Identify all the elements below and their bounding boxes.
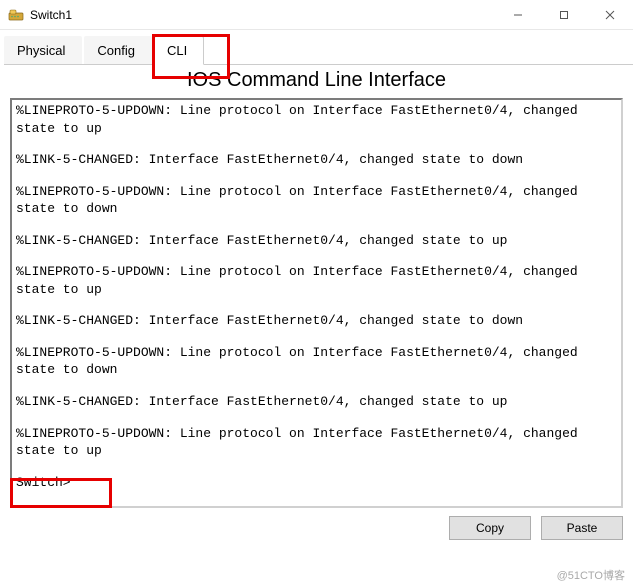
window-title: Switch1 [30,8,495,22]
cli-prompt[interactable]: Switch> [16,474,617,492]
log-line: %LINEPROTO-5-UPDOWN: Line protocol on In… [16,102,617,137]
log-line: %LINK-5-CHANGED: Interface FastEthernet0… [16,312,617,330]
cli-heading: IOS Command Line Interface [10,69,623,92]
tab-underline [4,64,633,65]
tab-cli[interactable]: CLI [154,36,204,65]
app-icon [8,7,24,23]
minimize-button[interactable] [495,0,541,30]
terminal-container: %LINEPROTO-5-UPDOWN: Line protocol on In… [10,98,623,508]
tab-config[interactable]: Config [84,36,152,65]
log-line: %LINK-5-CHANGED: Interface FastEthernet0… [16,232,617,250]
paste-button[interactable]: Paste [541,516,623,540]
log-line: %LINEPROTO-5-UPDOWN: Line protocol on In… [16,425,617,460]
log-line: %LINK-5-CHANGED: Interface FastEthernet0… [16,151,617,169]
copy-button[interactable]: Copy [449,516,531,540]
log-line: %LINEPROTO-5-UPDOWN: Line protocol on In… [16,344,617,379]
terminal-output[interactable]: %LINEPROTO-5-UPDOWN: Line protocol on In… [10,98,623,508]
tab-bar: Physical Config CLI [4,36,633,65]
log-line: %LINEPROTO-5-UPDOWN: Line protocol on In… [16,183,617,218]
titlebar: Switch1 [0,0,633,30]
log-line: %LINK-5-CHANGED: Interface FastEthernet0… [16,393,617,411]
content-panel: IOS Command Line Interface %LINEPROTO-5-… [0,69,633,550]
watermark: @51CTO博客 [557,567,625,583]
maximize-button[interactable] [541,0,587,30]
log-line: %LINEPROTO-5-UPDOWN: Line protocol on In… [16,263,617,298]
tab-physical[interactable]: Physical [4,36,82,65]
close-button[interactable] [587,0,633,30]
window-controls [495,0,633,29]
button-row: Copy Paste [10,516,623,540]
